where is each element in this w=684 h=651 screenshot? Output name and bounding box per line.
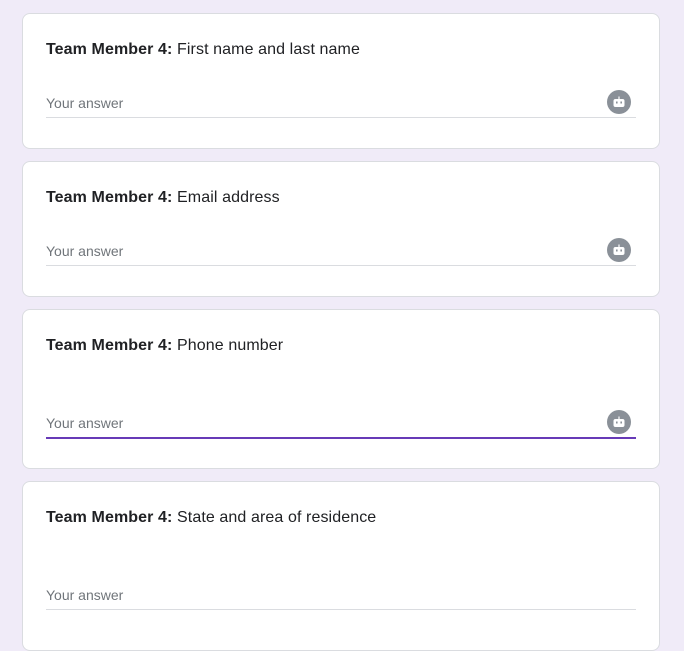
robot-icon[interactable] [607,90,631,114]
question-title-text: Email address [172,189,280,206]
question-title-text: State and area of residence [172,509,377,526]
question-title-prefix: Team Member 4: [46,189,173,206]
question-title: Team Member 4: Email address [46,189,280,207]
question-card-residence: Team Member 4: State and area of residen… [22,481,660,651]
question-title-prefix: Team Member 4: [46,509,173,526]
answer-field-residence [46,584,636,610]
question-title-text: First name and last name [172,41,360,58]
question-title-prefix: Team Member 4: [46,41,173,58]
robot-icon[interactable] [607,410,631,434]
question-title-text: Phone number [172,337,284,354]
question-card-phone: Team Member 4: Phone number [22,309,660,469]
phone-input[interactable] [46,412,586,434]
question-title-prefix: Team Member 4: [46,337,173,354]
email-input[interactable] [46,240,586,262]
residence-input[interactable] [46,584,586,606]
question-title: Team Member 4: First name and last name [46,41,360,59]
answer-field-email [46,238,636,266]
full-name-input[interactable] [46,92,586,114]
robot-icon[interactable] [607,238,631,262]
question-card-email: Team Member 4: Email address [22,161,660,297]
question-title: Team Member 4: State and area of residen… [46,509,376,527]
question-title: Team Member 4: Phone number [46,337,283,355]
answer-field-phone [46,410,636,439]
answer-field-full-name [46,90,636,118]
question-card-full-name: Team Member 4: First name and last name [22,13,660,149]
